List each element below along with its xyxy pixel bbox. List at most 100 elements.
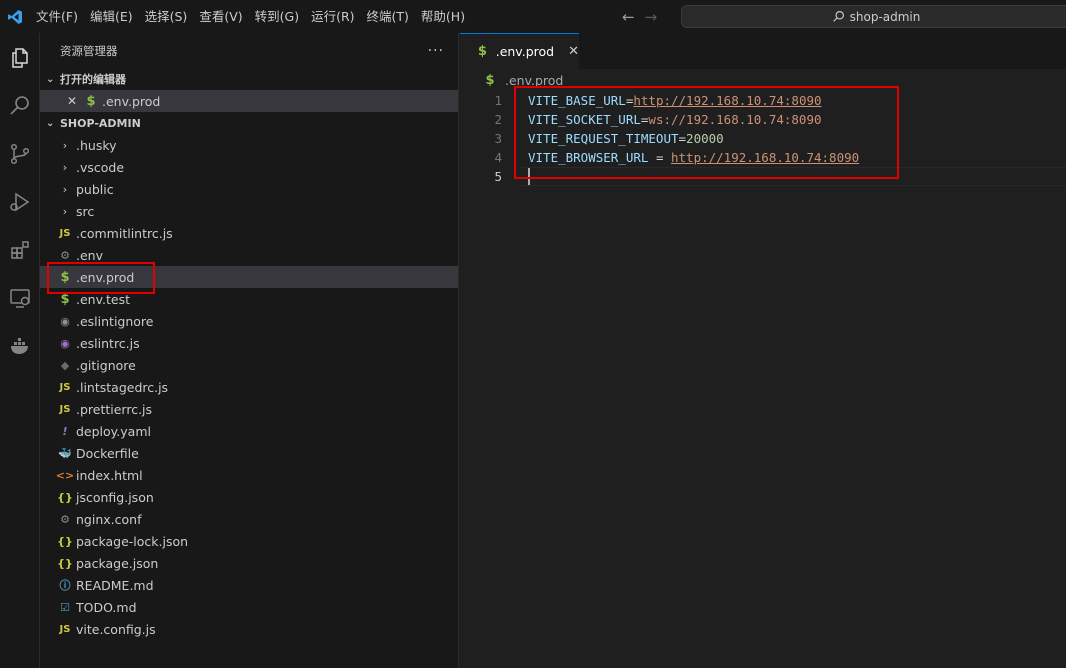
file-item[interactable]: ! deploy.yaml [40, 420, 458, 442]
project-section-header[interactable]: ⌄ SHOP-ADMIN [40, 112, 458, 134]
git-icon: ◆ [60, 358, 70, 372]
forward-arrow-icon[interactable]: → [645, 8, 658, 26]
menu-item[interactable]: 转到(G) [249, 0, 305, 33]
extensions-icon[interactable] [0, 230, 40, 270]
file-label: TODO.md [76, 599, 137, 615]
folder-label: public [76, 181, 114, 197]
folder-item[interactable]: › public [40, 178, 458, 200]
open-editors-label: 打开的编辑器 [60, 73, 126, 86]
js-icon: JS [59, 227, 71, 239]
navigation-arrows: ← → [622, 0, 657, 33]
folder-label: .husky [76, 137, 117, 153]
menu-item[interactable]: 文件(F) [30, 0, 84, 33]
menu-item[interactable]: 运行(R) [305, 0, 360, 33]
file-item[interactable]: ◉ .eslintrc.js [40, 332, 458, 354]
close-icon[interactable]: ✕ [568, 44, 579, 59]
project-label: SHOP-ADMIN [60, 116, 141, 130]
file-item[interactable]: JS .lintstagedrc.js [40, 376, 458, 398]
file-label: deploy.yaml [76, 423, 151, 439]
menu-item[interactable]: 查看(V) [193, 0, 248, 33]
json-icon: {} [57, 490, 73, 504]
file-label: .eslintignore [76, 313, 154, 329]
info-icon: ⓘ [59, 579, 71, 592]
file-item[interactable]: ⓘ README.md [40, 574, 458, 596]
folder-item[interactable]: › .vscode [40, 156, 458, 178]
file-item[interactable]: ☑ TODO.md [40, 596, 458, 618]
command-center-search[interactable]: shop-admin [681, 5, 1066, 28]
file-tree: › .husky › .vscode › public › src JS .commitlintr… [40, 134, 458, 640]
file-label: .prettierrc.js [76, 401, 153, 417]
menu-item[interactable]: 帮助(H) [415, 0, 471, 33]
file-item[interactable]: JS .prettierrc.js [40, 398, 458, 420]
file-item[interactable]: 🐳 Dockerfile [40, 442, 458, 464]
html-icon: <> [55, 468, 75, 482]
file-label: jsconfig.json [76, 489, 154, 505]
back-arrow-icon[interactable]: ← [622, 8, 635, 26]
file-label: .env [76, 247, 103, 263]
json-icon: {} [57, 556, 73, 570]
tab-bar: $ .env.prod ✕ [460, 33, 1066, 69]
todo-icon: ☑ [60, 600, 70, 614]
file-label: nginx.conf [76, 511, 142, 527]
file-item[interactable]: ⚙ nginx.conf [40, 508, 458, 530]
folder-item[interactable]: › .husky [40, 134, 458, 156]
js-icon: JS [59, 623, 71, 635]
remote-explorer-icon[interactable] [0, 278, 40, 318]
run-debug-icon[interactable] [0, 182, 40, 222]
menu-item[interactable]: 选择(S) [139, 0, 194, 33]
dollar-icon: $ [485, 72, 495, 88]
eslint-icon: ◉ [60, 336, 70, 350]
tab-label: .env.prod [495, 44, 555, 59]
file-item[interactable]: ◆ .gitignore [40, 354, 458, 376]
menu-item[interactable]: 编辑(E) [84, 0, 139, 33]
explorer-icon[interactable] [0, 38, 40, 78]
explorer-title: 资源管理器 [60, 43, 118, 58]
file-label: vite.config.js [76, 621, 156, 637]
chevron-right-icon: › [62, 182, 68, 196]
menu-bar: 文件(F) 编辑(E) 选择(S) 查看(V) 转到(G) 运行(R) 终端(T) 帮助(H) [30, 0, 471, 33]
file-item[interactable]: JS .commitlintrc.js [40, 222, 458, 244]
gear-icon: ⚙ [60, 512, 70, 526]
docker-extension-icon[interactable] [0, 326, 40, 366]
source-control-icon[interactable] [0, 134, 40, 174]
file-label: README.md [76, 577, 154, 593]
file-item[interactable]: {} package.json [40, 552, 458, 574]
more-actions-icon[interactable]: ··· [428, 43, 444, 59]
file-item[interactable]: {} jsconfig.json [40, 486, 458, 508]
activity-bar [0, 33, 40, 668]
command-center-label: shop-admin [849, 9, 921, 24]
file-item[interactable]: {} package-lock.json [40, 530, 458, 552]
vscode-logo-icon[interactable] [2, 0, 28, 33]
annotation-box-code [514, 86, 899, 179]
docker-icon: 🐳 [58, 446, 72, 460]
file-item[interactable]: ◉ .eslintignore [40, 310, 458, 332]
explorer-sidebar: 资源管理器 ··· ⌄ 打开的编辑器 ✕ $ .env.prod ⌄ SHOP-… [40, 33, 459, 668]
search-icon [832, 11, 844, 22]
file-item[interactable]: <> index.html [40, 464, 458, 486]
folder-label: src [76, 203, 95, 219]
close-icon[interactable]: ✕ [67, 94, 83, 108]
tab-env-prod[interactable]: $ .env.prod ✕ [460, 33, 579, 69]
open-editors-section-header[interactable]: ⌄ 打开的编辑器 [40, 68, 458, 90]
file-label: .commitlintrc.js [76, 225, 173, 241]
chevron-right-icon: › [62, 204, 68, 218]
file-label: package-lock.json [76, 533, 189, 549]
annotation-box-file [47, 262, 155, 294]
folder-item[interactable]: › src [40, 200, 458, 222]
line-number: 2 [494, 112, 502, 127]
menu-item[interactable]: 终端(T) [361, 0, 415, 33]
open-editor-item[interactable]: ✕ $ .env.prod [40, 90, 458, 112]
chevron-right-icon: › [62, 160, 68, 174]
search-icon[interactable] [0, 86, 40, 126]
file-label: package.json [76, 555, 159, 571]
file-label: .gitignore [76, 357, 136, 373]
explorer-header: 资源管理器 ··· [40, 33, 458, 68]
line-number: 1 [494, 93, 502, 108]
file-label: index.html [76, 467, 143, 483]
open-editor-filename: .env.prod [102, 93, 161, 109]
file-label: .lintstagedrc.js [76, 379, 169, 395]
line-number: 3 [494, 131, 502, 146]
json-icon: {} [57, 534, 73, 548]
gear-icon: ⚙ [60, 248, 70, 262]
file-item[interactable]: JS vite.config.js [40, 618, 458, 640]
